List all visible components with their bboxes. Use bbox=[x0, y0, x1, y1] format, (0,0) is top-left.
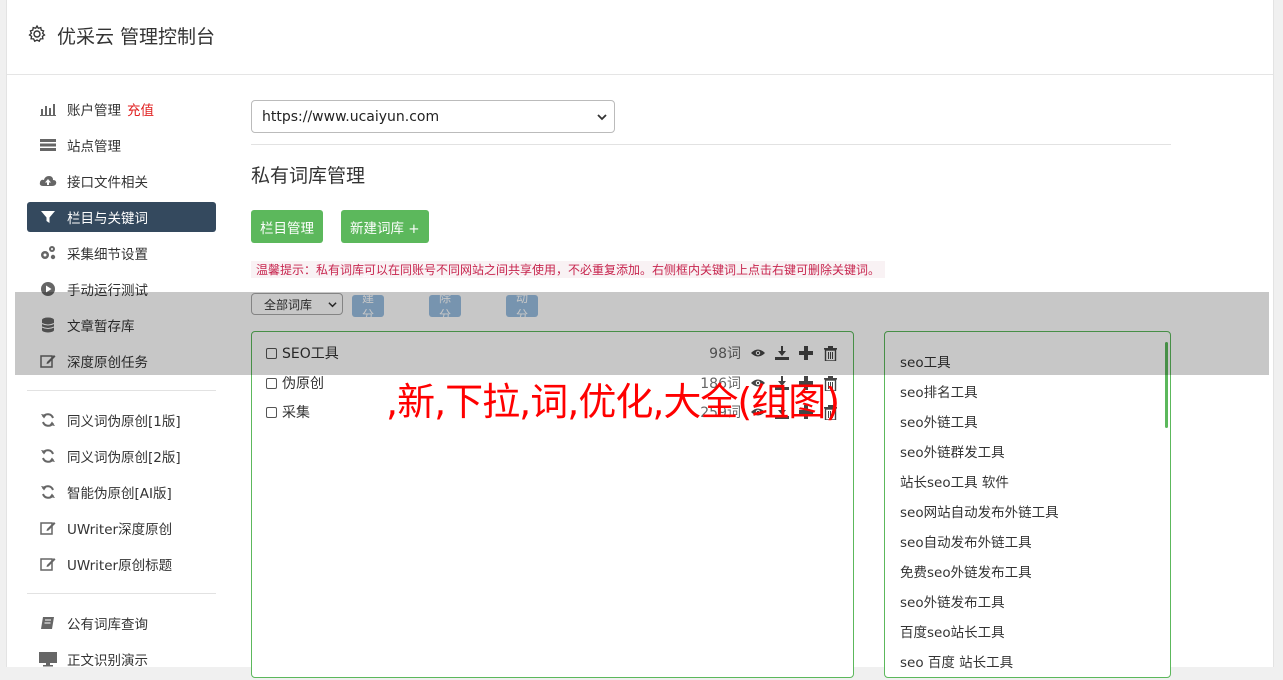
library-checkbox[interactable] bbox=[266, 377, 277, 389]
sidebar-item-label: 采集细节设置 bbox=[67, 247, 148, 263]
sidebar-item-uwriter-title[interactable]: UWriter原创标题 bbox=[27, 549, 216, 579]
sidebar-item-synonym-v1[interactable]: 同义词伪原创[1版] bbox=[27, 405, 216, 435]
library-checkbox[interactable] bbox=[266, 406, 277, 418]
library-name[interactable]: 采集 bbox=[282, 402, 310, 422]
sidebar-item-columns-keywords[interactable]: 栏目与关键词 bbox=[27, 202, 216, 232]
keyword-item[interactable]: seo外链发布工具 bbox=[900, 586, 1059, 616]
recharge-link[interactable]: 充值 bbox=[127, 99, 154, 119]
site-select-value: https://www.ucaiyun.com bbox=[262, 108, 440, 125]
bar-chart-icon bbox=[39, 101, 57, 117]
sidebar-item-label: UWriter原创标题 bbox=[67, 558, 173, 574]
refresh-icon bbox=[39, 448, 57, 464]
sidebar-item-public-library[interactable]: 公有词库查询 bbox=[27, 608, 216, 638]
sidebar-item-label: 接口文件相关 bbox=[67, 175, 148, 191]
edit-icon bbox=[39, 520, 57, 536]
keyword-item[interactable]: 免费seo外链发布工具 bbox=[900, 556, 1059, 586]
divider bbox=[27, 593, 216, 594]
keyword-item[interactable]: seo 百度 站长工具 bbox=[900, 646, 1059, 676]
column-manage-button[interactable]: 栏目管理 bbox=[251, 210, 323, 243]
keyword-list: seo工具 seo排名工具 seo外链工具 seo外链群发工具 站长seo工具 … bbox=[900, 346, 1059, 676]
keyword-item[interactable]: seo排名工具 bbox=[900, 376, 1059, 406]
sidebar-item-text-recognition[interactable]: 正文识别演示 bbox=[27, 644, 216, 674]
sidebar-item-collect-settings[interactable]: 采集细节设置 bbox=[27, 238, 216, 268]
sidebar-item-label: 公有词库查询 bbox=[67, 617, 148, 633]
new-library-button[interactable]: 新建词库 + bbox=[341, 210, 429, 243]
sidebar-item-label: 同义词伪原创[2版] bbox=[67, 450, 181, 466]
sidebar: 账户管理 充值 站点管理 接口文件相关 栏目与关键词 采集细节设置 手动运行测试… bbox=[27, 94, 216, 680]
app-title: 优采云 管理控制台 bbox=[57, 26, 216, 48]
watermark-caption: ,新,下拉,词,优化,大全(组图) bbox=[386, 380, 840, 424]
divider bbox=[27, 390, 216, 391]
keyword-item[interactable]: seo外链群发工具 bbox=[900, 436, 1059, 466]
keyword-item[interactable]: 百度seo站长工具 bbox=[900, 616, 1059, 646]
page-title: 私有词库管理 bbox=[251, 165, 366, 187]
sidebar-item-label: 站点管理 bbox=[67, 139, 121, 155]
sidebar-item-label: 同义词伪原创[1版] bbox=[67, 414, 181, 430]
sidebar-item-interface[interactable]: 接口文件相关 bbox=[27, 166, 216, 196]
keyword-item[interactable]: seo自动发布外链工具 bbox=[900, 526, 1059, 556]
sidebar-item-label: UWriter深度原创 bbox=[67, 522, 173, 538]
cogs-icon bbox=[39, 245, 57, 261]
sidebar-item-label: 账户管理 bbox=[67, 103, 121, 119]
sidebar-item-label: 智能伪原创[AI版] bbox=[67, 486, 172, 502]
refresh-icon bbox=[39, 484, 57, 500]
library-name[interactable]: 伪原创 bbox=[282, 373, 324, 393]
sidebar-item-uwriter-original[interactable]: UWriter深度原创 bbox=[27, 513, 216, 543]
chevron-down-icon bbox=[597, 114, 607, 121]
overlay-band bbox=[15, 292, 1269, 375]
edit-icon bbox=[39, 556, 57, 572]
monitor-icon bbox=[39, 651, 57, 667]
sidebar-item-synonym-v2[interactable]: 同义词伪原创[2版] bbox=[27, 441, 216, 471]
keyword-item[interactable]: seo外链工具 bbox=[900, 406, 1059, 436]
divider bbox=[251, 144, 1171, 145]
refresh-icon bbox=[39, 412, 57, 428]
sidebar-item-label: 正文识别演示 bbox=[67, 653, 148, 669]
filter-icon bbox=[39, 209, 57, 225]
cloud-upload-icon bbox=[39, 173, 57, 189]
sidebar-item-sites[interactable]: 站点管理 bbox=[27, 130, 216, 160]
keyword-item[interactable]: 站长seo工具 软件 bbox=[900, 466, 1059, 496]
keyword-item[interactable]: seo网站自动发布外链工具 bbox=[900, 496, 1059, 526]
server-icon bbox=[39, 137, 57, 153]
sidebar-item-label: 栏目与关键词 bbox=[67, 211, 148, 227]
site-select[interactable]: https://www.ucaiyun.com bbox=[251, 100, 615, 133]
sidebar-item-ai-rewrite[interactable]: 智能伪原创[AI版] bbox=[27, 477, 216, 507]
gear-icon bbox=[28, 24, 46, 43]
tip-text: 温馨提示：私有词库可以在同账号不同网站之间共享使用，不必重复添加。右侧框内关键词… bbox=[251, 261, 886, 278]
keyword-list-box: seo工具 seo排名工具 seo外链工具 seo外链群发工具 站长seo工具 … bbox=[884, 331, 1171, 678]
sidebar-item-account[interactable]: 账户管理 充值 bbox=[27, 94, 216, 124]
book-icon bbox=[39, 615, 57, 631]
header: 优采云 管理控制台 bbox=[7, 0, 1273, 75]
